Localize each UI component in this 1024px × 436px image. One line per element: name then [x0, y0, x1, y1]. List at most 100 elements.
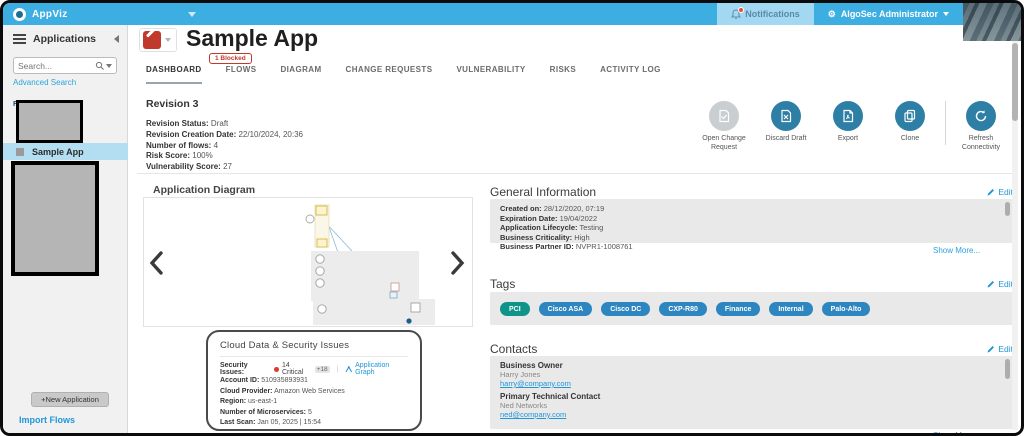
- page-scrollbar[interactable]: [1012, 41, 1018, 430]
- application-lifecycle-field: Application Lifecycle: Testing: [500, 223, 1003, 233]
- chevron-down-icon[interactable]: [188, 12, 196, 17]
- expiration-date-field: Expiration Date: 19/04/2022: [500, 214, 1003, 224]
- revision-status-field: Revision Status: Draft: [146, 119, 303, 130]
- tags-title: Tags: [490, 277, 515, 291]
- contacts-scrollbar[interactable]: [1005, 359, 1010, 379]
- collapse-sidebar-icon[interactable]: [114, 35, 119, 43]
- number-of-flows-field: Number of flows: 4: [146, 141, 303, 152]
- vulnerability-score-field: Vulnerability Score: 27: [146, 162, 303, 173]
- business-partner-id-field: Business Partner ID: NVPR1-1008761: [500, 242, 1003, 252]
- tab-bar: DASHBOARD FLOWS DIAGRAM CHANGE REQUESTS …: [146, 65, 661, 84]
- last-scan-field: Last Scan: Jan 05, 2025 | 15:54: [220, 418, 408, 429]
- sidebar-title: Applications: [33, 33, 114, 45]
- tag-palo-alto[interactable]: Palo-Alto: [822, 302, 871, 316]
- issues-overflow-badge[interactable]: +18: [315, 366, 330, 373]
- contact-business-owner: Business Owner Harry Jones harry@company…: [500, 361, 1003, 388]
- refresh-icon: [966, 101, 996, 131]
- refresh-connectivity-button[interactable]: Refresh Connectivity: [950, 101, 1012, 153]
- general-info-show-more-link[interactable]: Show More...: [933, 246, 980, 255]
- edit-tags-button[interactable]: Edit: [987, 279, 1013, 289]
- search-icon[interactable]: [95, 61, 112, 71]
- tab-diagram[interactable]: DIAGRAM: [281, 65, 322, 84]
- contact-email-link[interactable]: ned@company.com: [500, 410, 1003, 419]
- chevron-down-icon: [943, 12, 949, 16]
- pencil-icon: [987, 345, 995, 353]
- edit-general-info-button[interactable]: Edit: [987, 187, 1013, 197]
- redacted-app-thumbnail[interactable]: [11, 161, 99, 276]
- discard-draft-button[interactable]: Discard Draft: [755, 101, 817, 144]
- user-avatar-photo[interactable]: [963, 3, 1021, 41]
- contacts-show-more-link[interactable]: Show More...: [933, 431, 980, 436]
- contact-email-link[interactable]: harry@company.com: [500, 379, 1003, 388]
- contacts-box: Business Owner Harry Jones harry@company…: [490, 356, 1013, 429]
- edit-contacts-button[interactable]: Edit: [987, 344, 1013, 354]
- tags-box: PCI Cisco ASA Cisco DC CXP-R80 Finance I…: [490, 292, 1013, 325]
- tab-change-requests[interactable]: CHANGE REQUESTS: [346, 65, 433, 84]
- cloud-data-security-card: Cloud Data & Security Issues Security Is…: [206, 330, 422, 431]
- page-title: Sample App: [186, 25, 318, 52]
- tag-pci[interactable]: PCI: [500, 302, 530, 316]
- appviz-logo-group[interactable]: AppViz: [3, 8, 128, 21]
- contacts-title: Contacts: [490, 342, 537, 356]
- pencil-icon: [987, 280, 995, 288]
- contact-primary-technical: Primary Technical Contact Ned Networks n…: [500, 392, 1003, 419]
- contacts-header: Contacts Edit: [490, 342, 1013, 356]
- tag-cxp-r80[interactable]: CXP-R80: [659, 302, 707, 316]
- action-button-row: Open Change Request Discard Draft Export…: [693, 101, 1012, 153]
- advanced-search-link[interactable]: Advanced Search: [13, 78, 127, 87]
- tab-activity-log[interactable]: ACTIVITY LOG: [600, 65, 661, 84]
- tab-risks[interactable]: RISKS: [550, 65, 576, 84]
- diagram-prev-arrow[interactable]: [149, 251, 163, 275]
- tab-dashboard[interactable]: DASHBOARD: [146, 65, 202, 84]
- menu-icon[interactable]: [13, 34, 26, 44]
- new-application-button[interactable]: +New Application: [31, 392, 109, 407]
- business-criticality-field: Business Criticality: High: [500, 233, 1003, 243]
- application-graph-link[interactable]: Application Graph: [345, 362, 408, 376]
- search-input[interactable]: [18, 61, 95, 71]
- general-information-header: General Information Edit: [490, 185, 1013, 199]
- cloud-card-title: Cloud Data & Security Issues: [220, 340, 408, 357]
- redacted-app-thumbnail[interactable]: [16, 100, 83, 143]
- security-issues-row: Security Issues: 14 Critical +18 | Appli…: [220, 362, 408, 376]
- app-status-icon: [143, 31, 161, 49]
- applications-sidebar: Applications Advanced Search Recent (out…: [3, 25, 128, 433]
- notifications-label: Notifications: [745, 9, 800, 19]
- search-options-caret-icon[interactable]: [106, 64, 112, 68]
- application-diagram-title: Application Diagram: [153, 184, 255, 196]
- flows-blocked-badge: 1 Blocked: [209, 53, 252, 64]
- notifications-button[interactable]: Notifications: [717, 3, 814, 25]
- open-change-request-button[interactable]: Open Change Request: [693, 101, 755, 153]
- microservices-field: Number of Microservices: 5: [220, 408, 408, 419]
- actions-divider: [945, 101, 946, 145]
- revision-creation-date-field: Revision Creation Date: 22/10/2024, 20:3…: [146, 130, 303, 141]
- account-id-field: Account ID: 510935893931: [220, 376, 408, 387]
- page-scrollbar-thumb[interactable]: [1012, 43, 1018, 121]
- tab-flows[interactable]: FLOWS: [226, 65, 257, 84]
- user-menu-button[interactable]: ⚙ AlgoSec Administrator: [814, 3, 963, 25]
- app-square-icon: [16, 148, 24, 156]
- notification-badge-dot: [738, 7, 744, 13]
- tag-internal[interactable]: Internal: [769, 302, 812, 316]
- network-diagram[interactable]: [143, 199, 473, 325]
- top-header-bar: AppViz Notifications ⚙ AlgoSec Administr…: [3, 3, 1021, 25]
- general-info-scrollbar[interactable]: [1005, 202, 1010, 216]
- app-status-selector[interactable]: [139, 28, 177, 52]
- tag-cisco-dc[interactable]: Cisco DC: [601, 302, 650, 316]
- export-button[interactable]: Export: [817, 101, 879, 144]
- tag-finance[interactable]: Finance: [716, 302, 760, 316]
- user-menu-label: AlgoSec Administrator: [841, 9, 938, 19]
- import-flows-link[interactable]: Import Flows: [19, 415, 75, 425]
- tab-vulnerability[interactable]: VULNERABILITY: [456, 65, 525, 84]
- diagram-next-arrow[interactable]: [451, 251, 465, 275]
- revision-summary: Revision 3 Revision Status: Draft Revisi…: [146, 98, 303, 173]
- clone-icon: [895, 101, 925, 131]
- sidebar-search-box[interactable]: [13, 57, 117, 74]
- discard-draft-icon: [771, 101, 801, 131]
- cloud-provider-field: Cloud Provider: Amazon Web Services: [220, 387, 408, 398]
- revision-title: Revision 3: [146, 98, 303, 110]
- general-information-box: Created on: 28/12/2020, 07:19 Expiration…: [490, 199, 1013, 243]
- clone-button[interactable]: Clone: [879, 101, 941, 144]
- tag-cisco-asa[interactable]: Cisco ASA: [539, 302, 593, 316]
- created-on-field: Created on: 28/12/2020, 07:19: [500, 204, 1003, 214]
- sidebar-item-sample-app[interactable]: Sample App: [3, 143, 128, 160]
